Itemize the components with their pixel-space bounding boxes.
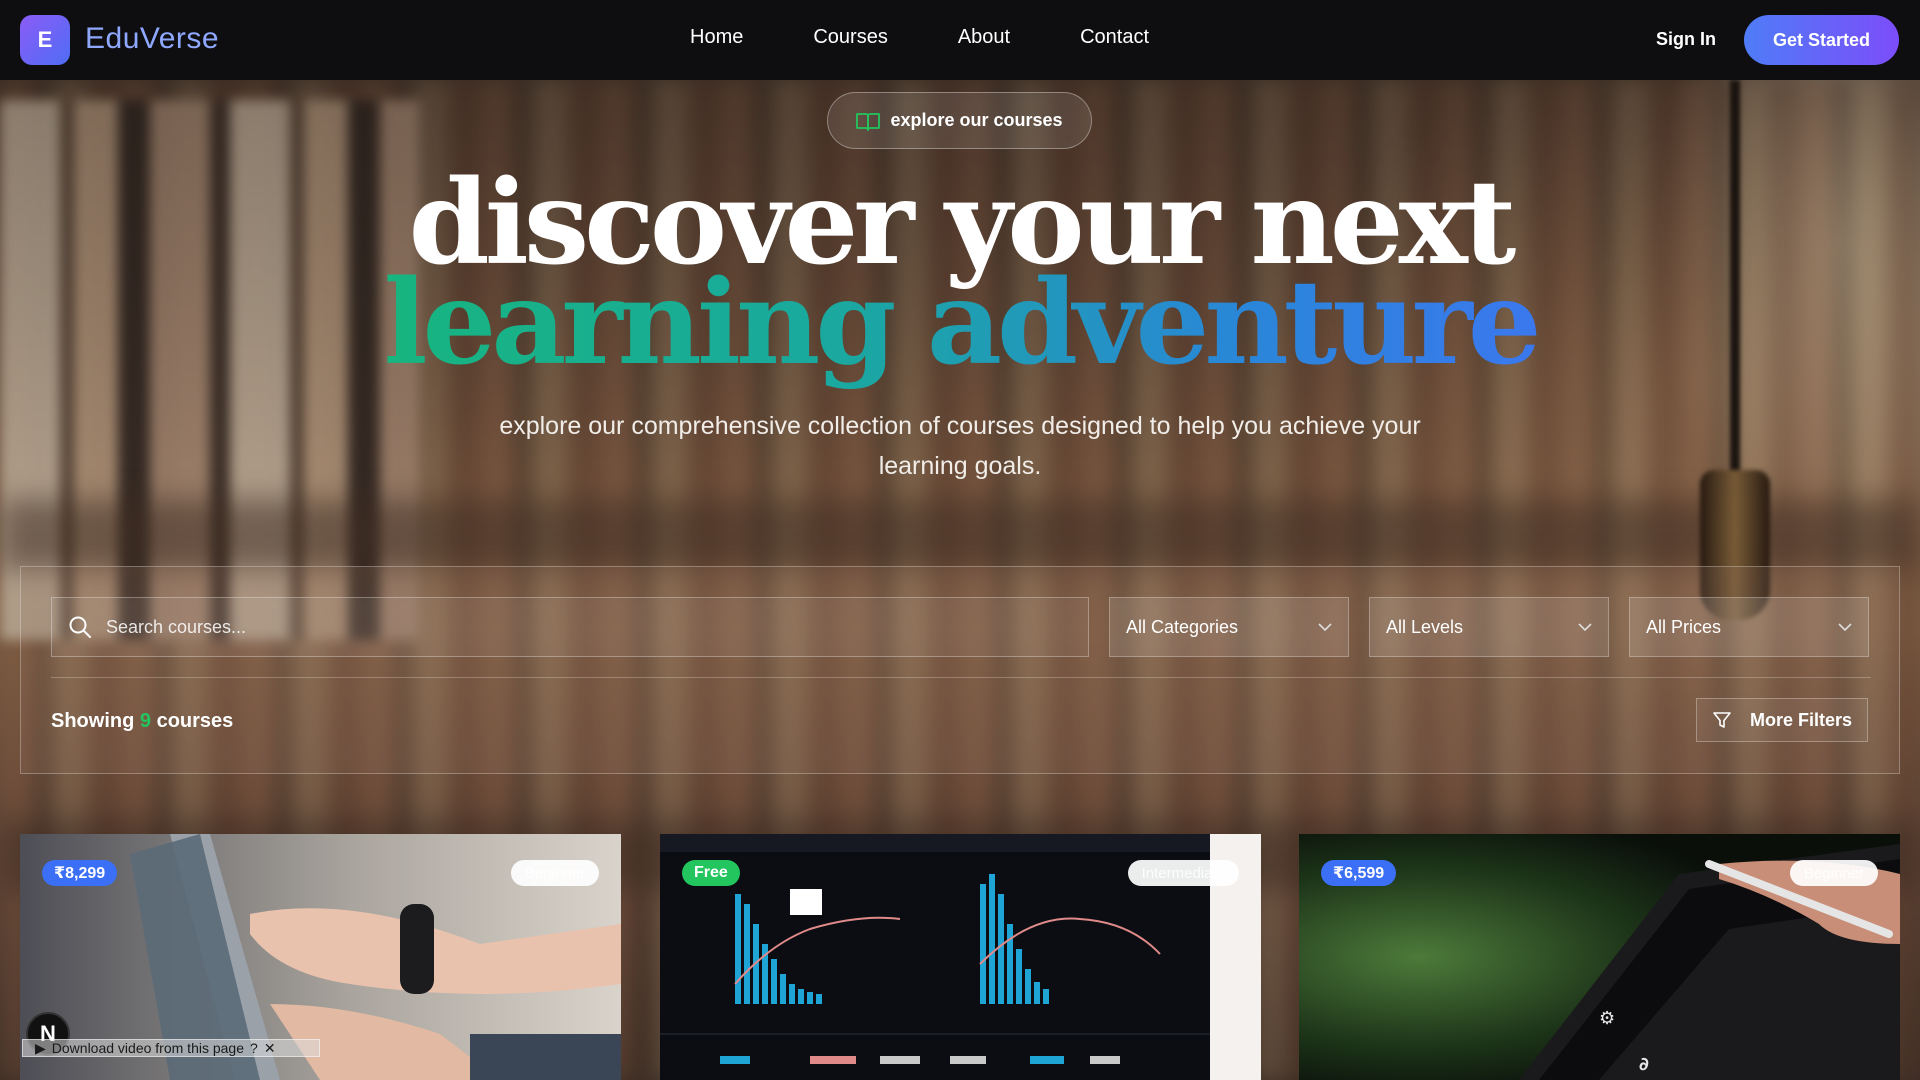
filter-divider [51, 677, 1871, 678]
search-input[interactable] [92, 598, 1088, 656]
top-navbar: E EduVerse Home Courses About Contact Si… [0, 0, 1920, 80]
level-badge-label: Beginner [1803, 864, 1864, 882]
pill-label: explore our courses [890, 110, 1063, 130]
showing-prefix: Showing [51, 710, 135, 732]
level-select[interactable]: All Levels [1369, 597, 1609, 657]
play-icon: ▶ [35, 1039, 46, 1056]
more-filters-label: More Filters [1749, 709, 1853, 730]
category-select[interactable]: All Categories [1109, 597, 1349, 657]
nav-link-contact[interactable]: Contact [1080, 26, 1149, 49]
level-badge: Beginner [1789, 860, 1878, 886]
price-select[interactable]: All Prices [1629, 597, 1869, 657]
tablet-glyph: ∂ [1639, 1054, 1649, 1075]
level-badge-label: Beginner [524, 864, 585, 882]
download-video-label: Download video from this page [51, 1040, 245, 1056]
tablet-glyph: ⚙ [1599, 1008, 1615, 1029]
hero-title-gradient-text: learning adventure [383, 255, 1541, 391]
nav-links: Home Courses About Contact [690, 26, 1219, 49]
level-select-value: All Levels [1386, 616, 1464, 637]
help-icon[interactable]: ? [250, 1040, 258, 1056]
hero-subtitle: explore our comprehensive collection of … [499, 412, 1421, 480]
price-badge: ₹8,299 [42, 860, 118, 886]
nav-link-home[interactable]: Home [690, 26, 743, 49]
logo-icon[interactable]: E [20, 15, 70, 65]
level-badge: Intermediate [1127, 860, 1239, 886]
filter-panel: All Categories All Levels All Prices Sho… [20, 566, 1900, 774]
download-video-bar[interactable]: ▶ Download video from this page ? ✕ [22, 1039, 320, 1057]
search-box[interactable] [51, 597, 1089, 657]
results-count: Showing 9 courses [51, 710, 233, 733]
filter-icon [1713, 712, 1731, 728]
explore-courses-pill[interactable]: explore our courses [827, 92, 1092, 149]
book-open-icon [856, 112, 881, 131]
close-icon[interactable]: ✕ [264, 1040, 276, 1057]
level-badge-label: Intermediate [1141, 864, 1225, 882]
level-badge: Beginner [510, 860, 599, 886]
chevron-down-icon [1318, 623, 1332, 631]
get-started-button[interactable]: Get Started [1744, 15, 1899, 65]
price-select-value: All Prices [1646, 616, 1722, 637]
nav-link-about[interactable]: About [958, 26, 1010, 49]
sign-in-link[interactable]: Sign In [1656, 29, 1716, 50]
brand-name[interactable]: EduVerse [85, 22, 219, 56]
more-filters-button[interactable]: More Filters [1696, 698, 1868, 742]
showing-count: 9 [139, 710, 152, 732]
nav-link-courses[interactable]: Courses [813, 26, 887, 49]
price-badge: Free [682, 860, 740, 886]
course-card[interactable]: ∂ ⚙ ₹6,599 Beginner [1299, 834, 1900, 1080]
price-badge: ₹6,599 [1321, 860, 1397, 886]
hero-title-line2: learning adventure [0, 262, 1920, 385]
chevron-down-icon [1838, 623, 1852, 631]
category-select-value: All Categories [1126, 616, 1239, 637]
search-icon [69, 616, 91, 638]
chevron-down-icon [1578, 623, 1592, 631]
showing-suffix: courses [156, 710, 234, 732]
course-card[interactable]: Free Intermediate [660, 834, 1261, 1080]
